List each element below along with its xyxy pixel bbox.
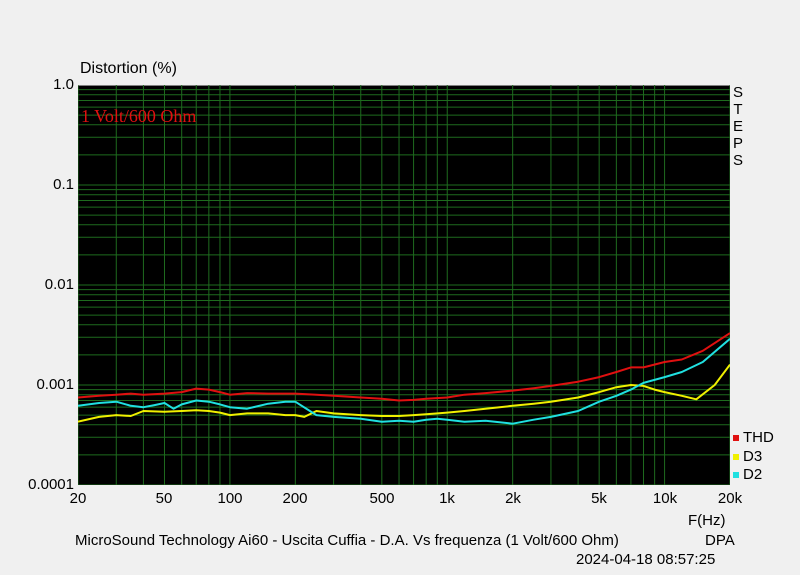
y-tick-label: 0.1 (53, 176, 74, 193)
steps-letter: E (732, 118, 743, 135)
x-tick-label: 2k (505, 490, 521, 507)
y-tick-label: 1.0 (53, 76, 74, 93)
legend-item-d3: D3 (733, 448, 762, 465)
chart-annotation: 1 Volt/600 Ohm (81, 106, 196, 126)
x-tick-label: 500 (369, 490, 395, 507)
chart-caption: MicroSound Technology Ai60 - Uscita Cuff… (75, 532, 619, 549)
x-tick-label: 50 (155, 490, 173, 507)
legend-item-d2: D2 (733, 466, 762, 483)
steps-letter: S (732, 84, 743, 101)
x-tick-label: 10k (652, 490, 678, 507)
legend-swatch (733, 472, 739, 479)
legend-item-thd: THD (733, 429, 774, 446)
legend-label: THD (743, 429, 774, 446)
steps-letter: S (732, 152, 743, 169)
steps-letter: P (732, 135, 743, 152)
x-tick-label: 1k (439, 490, 455, 507)
steps-letter: T (733, 101, 743, 118)
x-tick-label: 20k (717, 490, 743, 507)
brand-label: DPA (705, 532, 735, 549)
legend-swatch (733, 454, 739, 461)
legend-swatch (733, 435, 739, 442)
plot-area: 1 Volt/600 Ohm (78, 85, 730, 485)
x-tick-label: 5k (591, 490, 607, 507)
timestamp: 2024-04-18 08:57:25 (576, 551, 716, 568)
x-tick-label: 100 (217, 490, 243, 507)
legend-label: D3 (743, 448, 763, 465)
y-tick-label: 0.01 (44, 276, 74, 293)
x-tick-label: 20 (69, 490, 87, 507)
legend-label: D2 (743, 466, 763, 483)
y-tick-label: 0.001 (36, 376, 74, 393)
x-axis-label: F(Hz) (688, 512, 726, 529)
x-tick-label: 200 (282, 490, 308, 507)
chart-title: Distortion (%) (80, 60, 177, 77)
